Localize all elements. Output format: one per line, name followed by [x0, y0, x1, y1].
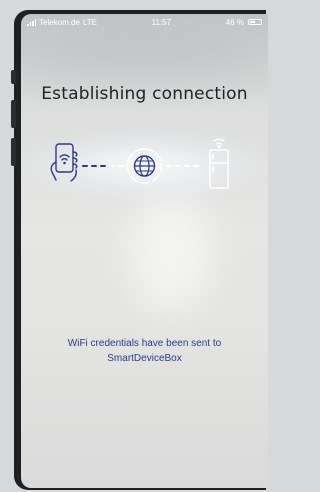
page-title: Establishing connection [41, 84, 248, 104]
background-blur [131, 194, 211, 314]
connection-diagram [50, 138, 229, 189]
phone-hand-icon [50, 143, 78, 182]
battery-percent: 46 % [225, 17, 244, 27]
side-button-volume-up [11, 100, 16, 128]
battery-icon [247, 19, 262, 25]
clock: 11:57 [151, 17, 172, 27]
status-right: 46 % [226, 18, 262, 27]
status-left: Telekom.de LTE [27, 18, 97, 27]
side-button-volume-down [11, 138, 16, 166]
app-screen: Telekom.de LTE 11:57 46 % Establishing c… [21, 14, 268, 488]
globe-icon [126, 148, 163, 184]
fridge-wifi-icon [209, 138, 229, 189]
side-button-mute [11, 70, 16, 84]
status-message: WiFi credentials have been sent to Smart… [67, 338, 222, 364]
carrier-label: Telekom.de [39, 17, 80, 27]
network-label: LTE [82, 17, 97, 27]
signal-icon [27, 18, 36, 26]
status-bar: Telekom.de LTE 11:57 46 % [21, 14, 268, 30]
background-blur [21, 34, 268, 74]
